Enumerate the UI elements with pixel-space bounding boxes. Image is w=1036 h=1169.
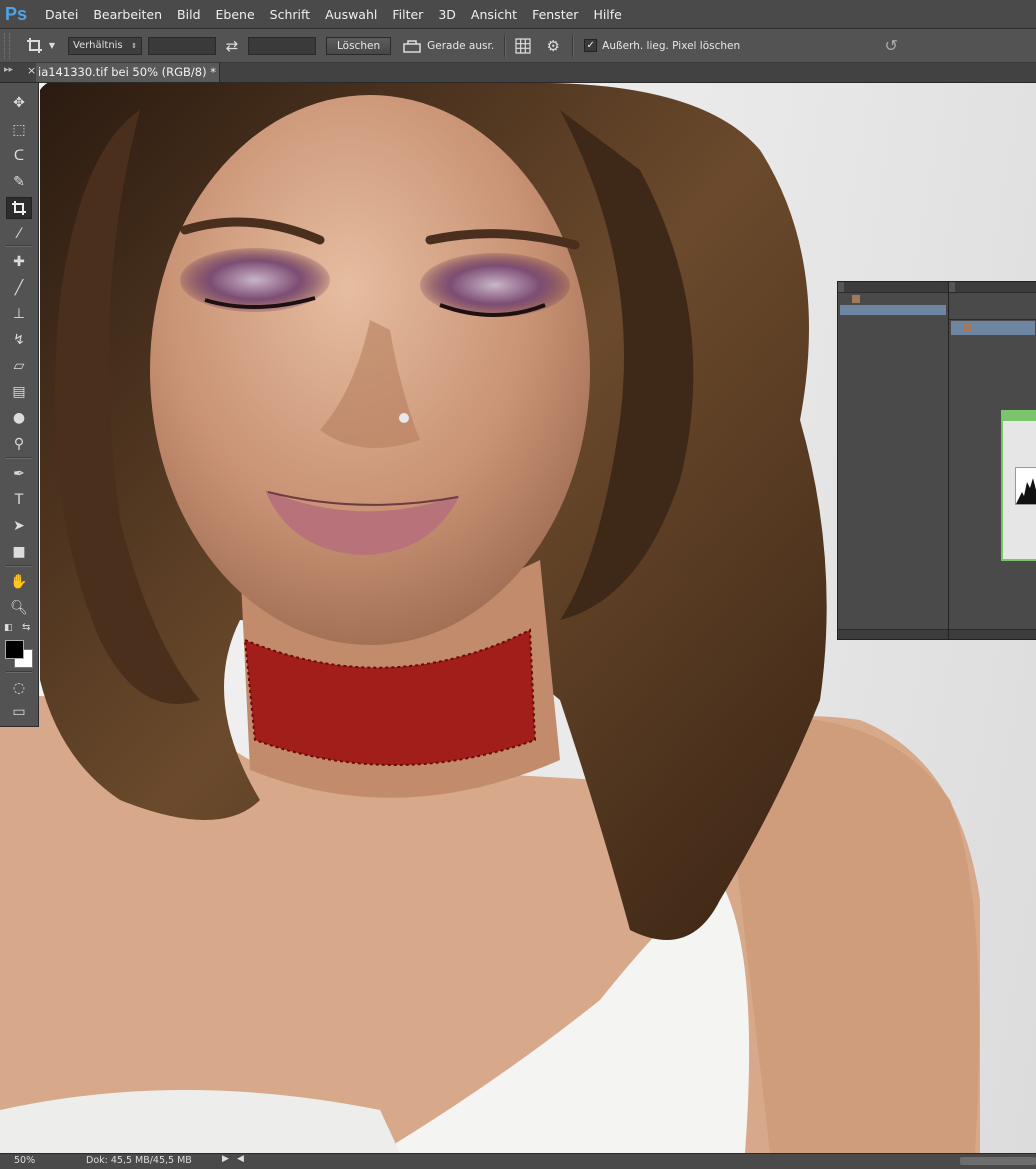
delete-cropped-label[interactable]: Außerh. lieg. Pixel löschen [602, 40, 740, 52]
levels-histogram [1015, 467, 1036, 505]
height-field[interactable] [248, 36, 316, 55]
crop-tool-icon[interactable] [6, 197, 32, 219]
menu-ansicht[interactable]: Ansicht [471, 7, 517, 22]
clone-stamp-tool-icon[interactable]: ⊥ [6, 303, 32, 325]
brush-tool-icon[interactable]: ╱ [6, 277, 32, 299]
gear-icon[interactable]: ⚙ [542, 35, 564, 57]
zoom-level-field[interactable]: 50% [14, 1155, 35, 1166]
tool-divider [6, 671, 32, 673]
layers-options [949, 293, 1036, 320]
layer-thumbnail [963, 324, 971, 332]
menu-schrift[interactable]: Schrift [270, 7, 310, 22]
menu-filter[interactable]: Filter [392, 7, 423, 22]
panel-row-thumbnail [852, 295, 860, 303]
marquee-tool-icon[interactable]: ⬚ [6, 119, 32, 141]
panel-row[interactable] [840, 294, 946, 304]
gradient-tool-icon[interactable]: ▤ [6, 381, 32, 403]
crop-preset-icon[interactable] [24, 35, 46, 57]
document-tab-bar: ▸▸ × ia141330.tif bei 50% (RGB/8) * [0, 63, 1036, 83]
delete-cropped-checkbox[interactable]: ✓ [584, 39, 598, 52]
blur-tool-icon[interactable]: ● [6, 407, 32, 429]
menu-bearbeiten[interactable]: Bearbeiten [93, 7, 162, 22]
swap-dimensions-icon[interactable]: ⇄ [221, 35, 243, 57]
type-tool-icon[interactable]: T [6, 489, 32, 511]
options-divider [572, 34, 575, 57]
close-icon[interactable]: × [27, 64, 36, 77]
select-arrows-icon: ⇕ [131, 41, 137, 50]
eraser-tool-icon[interactable]: ▱ [6, 355, 32, 377]
chevron-down-icon[interactable]: ▼ [46, 35, 58, 57]
tool-divider [6, 457, 32, 459]
menu-datei[interactable]: Datei [45, 7, 78, 22]
document-tab-title: ia141330.tif bei 50% (RGB/8) * [38, 65, 217, 79]
photoshop-logo-icon: Ps [5, 4, 28, 24]
levels-dialog[interactable] [1001, 410, 1036, 561]
pen-tool-icon[interactable]: ✒ [6, 463, 32, 485]
options-bar-grip[interactable] [4, 32, 10, 59]
menu-auswahl[interactable]: Auswahl [325, 7, 377, 22]
ratio-select[interactable]: Verhältnis ⇕ [68, 36, 142, 55]
tool-divider [6, 245, 32, 247]
layer-row-background[interactable] [951, 321, 1035, 335]
menu-ebene[interactable]: Ebene [216, 7, 255, 22]
screen-mode-icon[interactable]: ▭ [6, 701, 32, 723]
dodge-tool-icon[interactable]: ⚲ [6, 433, 32, 455]
paths-tab[interactable] [961, 282, 967, 292]
panel-row-selected[interactable] [840, 305, 946, 315]
menu-bild[interactable]: Bild [177, 7, 200, 22]
menu-fenster[interactable]: Fenster [532, 7, 578, 22]
quick-selection-tool-icon[interactable]: ✎ [6, 171, 32, 193]
foreground-color-swatch[interactable] [5, 640, 24, 659]
rectangle-tool-icon[interactable]: ■ [6, 541, 32, 563]
document-size-info: Dok: 45,5 MB/45,5 MB [86, 1155, 192, 1166]
healing-brush-tool-icon[interactable]: ✚ [6, 251, 32, 273]
panel-tab[interactable] [844, 282, 850, 292]
scroll-left-icon[interactable]: ◀ [237, 1154, 244, 1164]
tool-presets-panel-tabs [838, 282, 948, 293]
default-colors-icon[interactable]: ◧ [4, 623, 13, 633]
horizontal-scrollbar-thumb[interactable] [960, 1157, 1036, 1165]
overlay-grid-icon[interactable] [512, 35, 534, 57]
move-tool-icon[interactable]: ✥ [6, 92, 32, 114]
eyedropper-tool-icon[interactable]: ⁄ [6, 223, 32, 245]
layers-panel-tabs [949, 282, 1036, 293]
menu-hilfe[interactable]: Hilfe [593, 7, 621, 22]
levels-dialog-title [1003, 412, 1036, 421]
swap-colors-icon[interactable]: ⇆ [22, 622, 30, 633]
panel-collapse-icon[interactable]: ▸▸ [4, 65, 13, 75]
menu-bar: Ps Datei Bearbeiten Bild Ebene Schrift A… [0, 0, 1036, 29]
panel-footer [838, 629, 948, 639]
ratio-select-value: Verhältnis [73, 40, 123, 51]
tool-presets-panel[interactable] [837, 281, 949, 640]
reset-icon[interactable]: ↺ [880, 35, 902, 57]
straighten-label[interactable]: Gerade ausr. [427, 40, 494, 52]
clear-button[interactable]: Löschen [326, 36, 392, 55]
layers-panel-footer [949, 629, 1036, 639]
straighten-icon[interactable] [401, 35, 423, 57]
lasso-tool-icon[interactable]: ᑕ [6, 145, 32, 167]
menu-3d[interactable]: 3D [438, 7, 456, 22]
options-bar: ▼ Verhältnis ⇕ ⇄ Löschen Gerade ausr. ⚙ … [0, 29, 1036, 63]
hand-tool-icon[interactable]: ✋ [6, 571, 32, 593]
status-bar: 50% Dok: 45,5 MB/45,5 MB ▶ ◀ [0, 1153, 1036, 1169]
history-brush-tool-icon[interactable]: ↯ [6, 329, 32, 351]
status-menu-arrow-icon[interactable]: ▶ [222, 1154, 229, 1164]
document-tab[interactable]: ia141330.tif bei 50% (RGB/8) * [36, 63, 220, 82]
width-field[interactable] [148, 36, 216, 55]
zoom-tool-icon[interactable]: 🔍︎ [6, 597, 32, 619]
tool-divider [6, 565, 32, 567]
tools-panel: ✥ ⬚ ᑕ ✎ ⁄ ✚ ╱ ⊥ ↯ ▱ ▤ ● ⚲ ✒ T ➤ ■ ✋ 🔍︎ ◧… [0, 83, 39, 727]
options-divider [504, 34, 507, 57]
quick-mask-icon[interactable]: ◌ [6, 677, 32, 699]
path-selection-tool-icon[interactable]: ➤ [6, 515, 32, 537]
